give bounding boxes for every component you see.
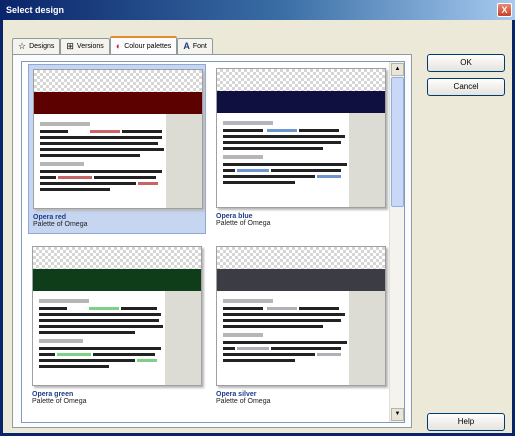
star-icon: ☆ [18,41,27,51]
close-button[interactable]: X [497,3,512,17]
palette-header-band [217,269,385,291]
ok-button[interactable]: OK [427,54,505,72]
palette-side-column [349,113,385,207]
palette-list[interactable]: Opera red Palette of Omega Opera blue Pa… [21,61,405,423]
cancel-button[interactable]: Cancel [427,78,505,96]
checker-pattern [217,247,385,269]
palette-preview [216,246,386,386]
tab-colour-palettes[interactable]: ◐ Colour palettes [109,36,178,54]
tab-versions[interactable]: ⊞ Versions [60,38,110,54]
palette-item-opera-green[interactable]: Opera green Palette of Omega [28,242,206,412]
scroll-thumb[interactable] [391,77,404,207]
palette-side-column [166,114,202,208]
palette-preview [216,68,386,208]
help-button[interactable]: Help [427,413,505,431]
tab-font-label: Font [192,43,207,50]
palette-name: Opera red [33,214,67,221]
scroll-down-button[interactable]: ▼ [391,408,404,421]
palette-preview [32,246,202,386]
tab-font[interactable]: A Font [177,38,213,54]
palette-header-band [33,269,201,291]
palette-subtitle: Palette of Omega [33,221,88,228]
palette-subtitle: Palette of Omega [216,398,271,405]
tab-panel: Opera red Palette of Omega Opera blue Pa… [12,54,412,428]
palette-header-band [34,92,202,114]
palette-icon: ◐ [115,40,122,51]
checker-pattern [34,70,202,92]
checker-pattern [33,247,201,269]
tab-versions-label: Versions [76,43,104,50]
palette-side-column [349,291,385,385]
checker-pattern [217,69,385,91]
palette-name: Opera green [32,391,74,398]
vertical-scrollbar[interactable]: ▲ ▼ [389,62,404,422]
palette-side-column [165,291,201,385]
palette-header-band [217,91,385,113]
tab-colour-palettes-label: Colour palettes [124,42,172,50]
palette-preview [33,69,203,209]
tab-designs[interactable]: ☆ Designs [12,38,61,54]
palette-item-opera-red[interactable]: Opera red Palette of Omega [28,64,206,234]
tab-strip: ☆ Designs ⊞ Versions ◐ Colour palettes A… [12,36,213,54]
palette-item-opera-blue[interactable]: Opera blue Palette of Omega [212,64,390,234]
palette-name: Opera blue [216,213,253,220]
scroll-up-button[interactable]: ▲ [391,63,404,76]
grid-icon: ⊞ [66,41,74,51]
title-bar: Select design X [0,0,515,20]
palette-item-opera-silver[interactable]: Opera silver Palette of Omega [212,242,390,412]
tab-designs-label: Designs [29,43,55,50]
font-icon: A [183,41,190,51]
palette-name: Opera silver [216,391,257,398]
palette-subtitle: Palette of Omega [32,398,87,405]
window-title: Select design [6,5,65,15]
palette-subtitle: Palette of Omega [216,220,271,227]
